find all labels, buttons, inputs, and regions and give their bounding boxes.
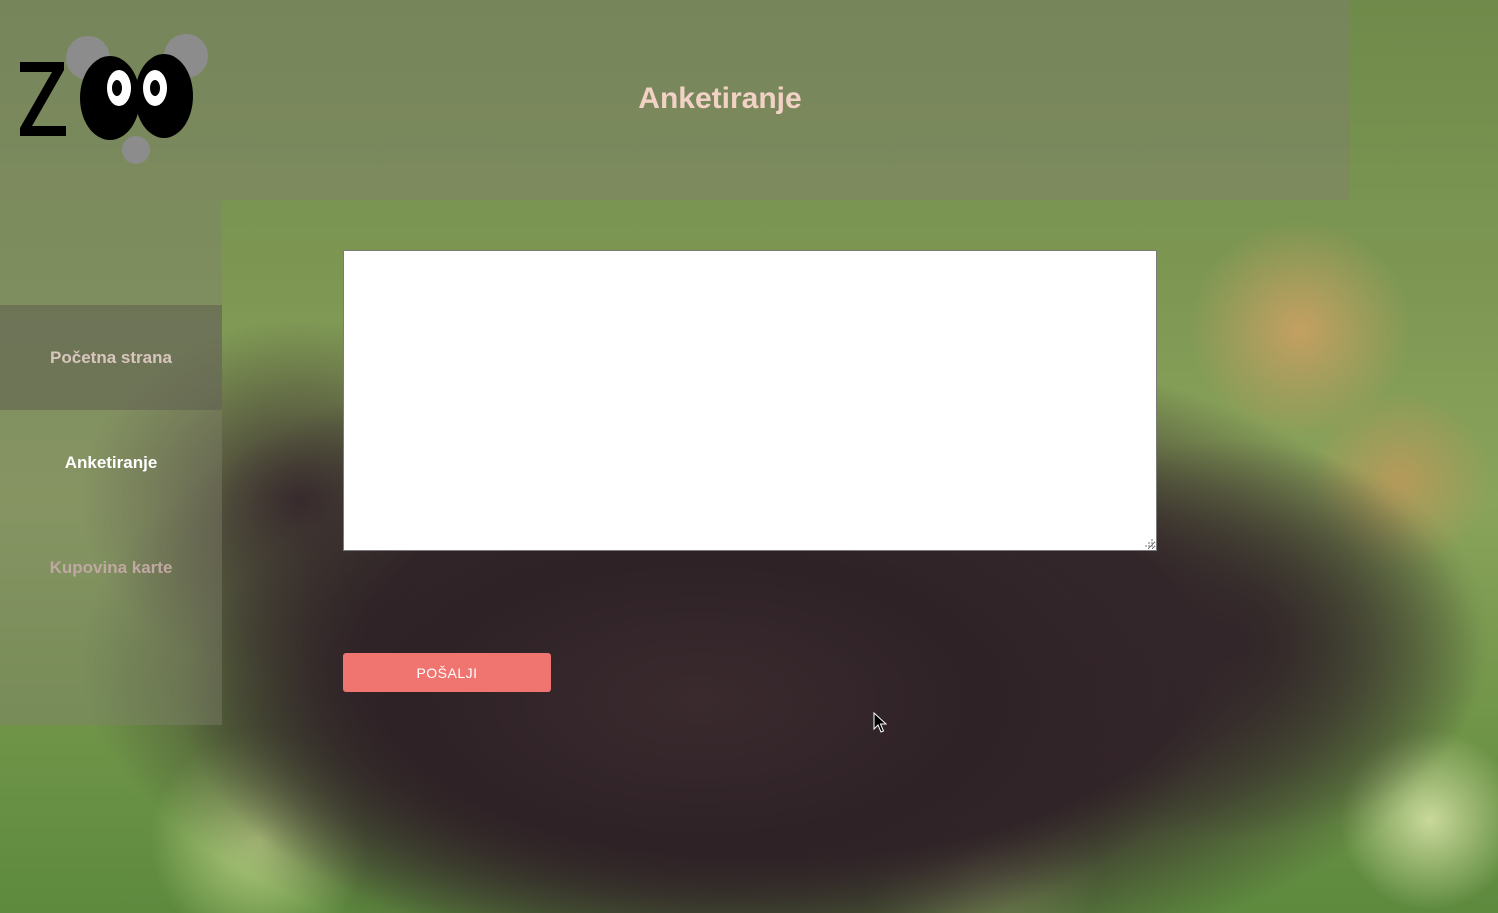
sidebar: Početna strana Anketiranje Kupovina kart… — [0, 200, 222, 725]
sidebar-item-tickets[interactable]: Kupovina karte — [0, 515, 222, 620]
mouse-cursor-icon — [873, 712, 887, 733]
survey-textarea[interactable] — [343, 250, 1157, 551]
header: Anketiranje — [0, 0, 1350, 200]
page: Anketiranje Početna strana Anketiranje K… — [0, 0, 1498, 913]
resize-handle-icon[interactable] — [1144, 538, 1154, 548]
sidebar-item-survey[interactable]: Anketiranje — [0, 410, 222, 515]
zoo-logo[interactable] — [18, 32, 210, 164]
page-title: Anketiranje — [638, 82, 802, 115]
sidebar-item-home[interactable]: Početna strana — [0, 305, 222, 410]
submit-button[interactable]: POŠALJI — [343, 653, 551, 692]
